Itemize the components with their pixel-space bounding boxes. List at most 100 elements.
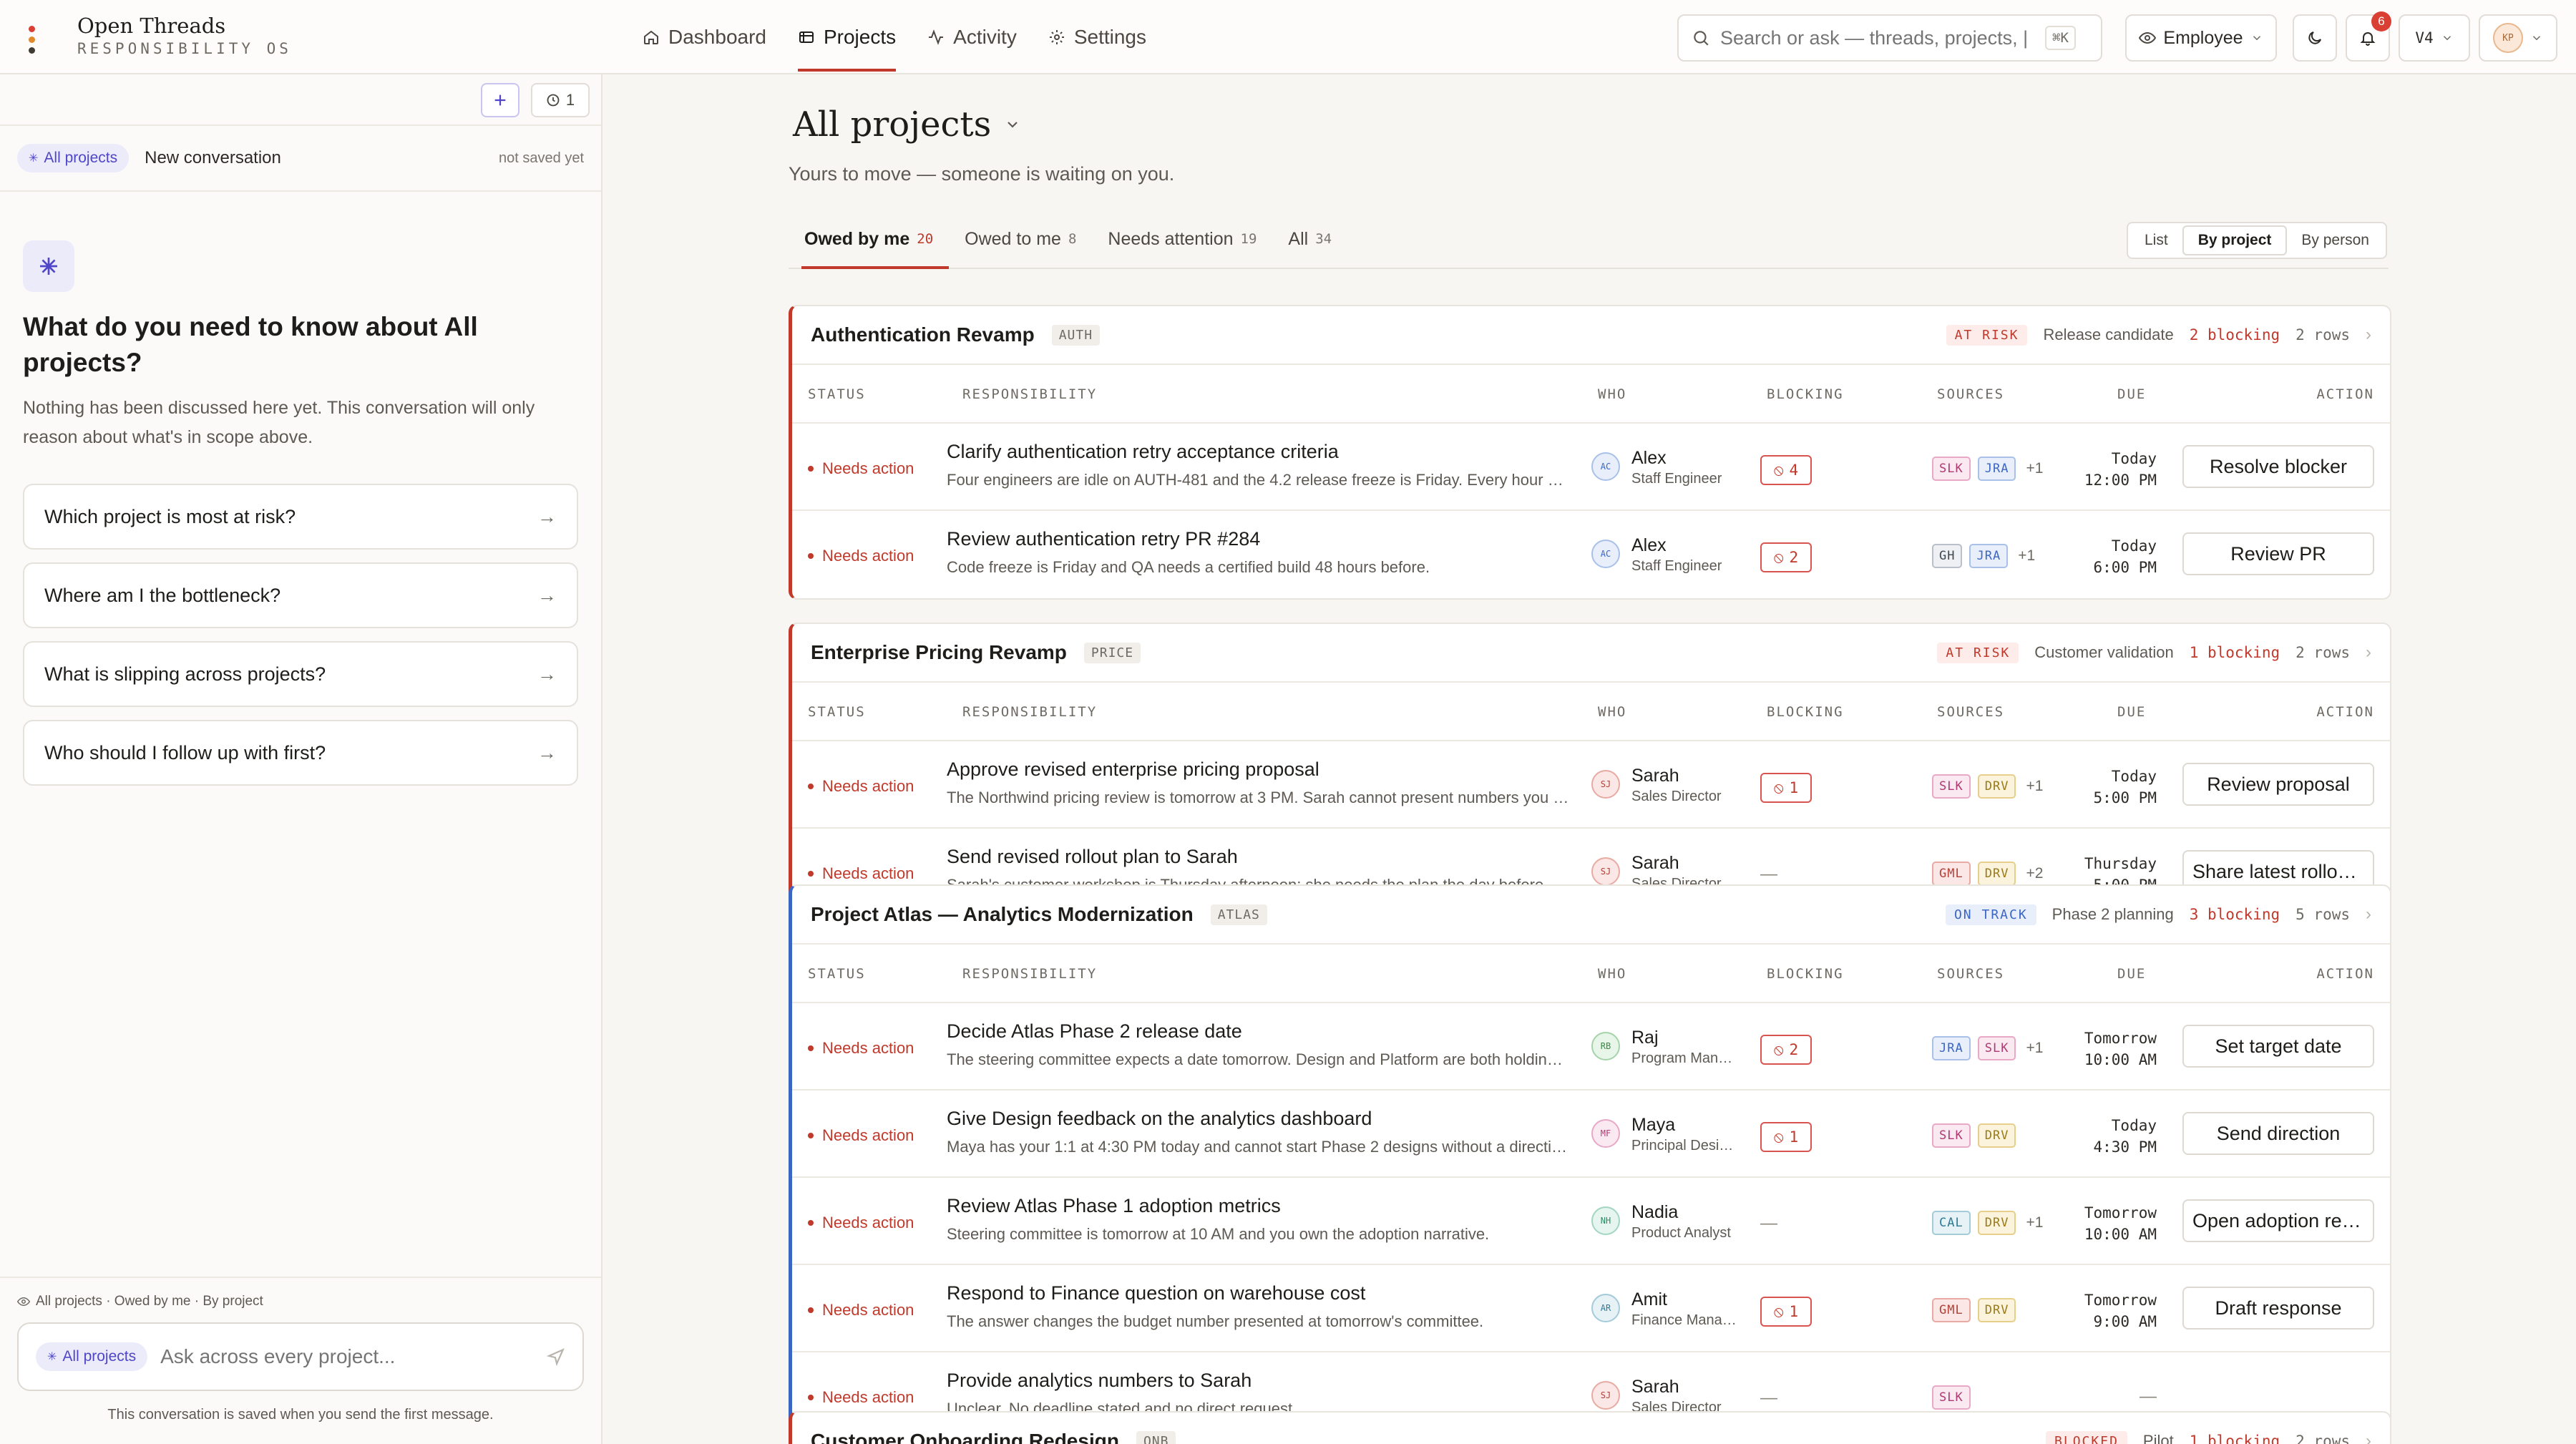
chat-input[interactable] [160, 1345, 519, 1368]
nav-settings[interactable]: Settings [1033, 0, 1162, 74]
row-action-button[interactable]: Draft response [2182, 1287, 2374, 1330]
source-tag[interactable]: JRA [1977, 457, 2016, 481]
responsibility-title[interactable]: Give Design feedback on the analytics da… [947, 1108, 1569, 1130]
history-button[interactable]: 1 [531, 83, 590, 117]
table-row[interactable]: Needs action Review authentication retry… [792, 511, 2390, 598]
source-tag[interactable]: CAL [1932, 1211, 1971, 1235]
responsibility-title[interactable]: Approve revised enterprise pricing propo… [947, 758, 1569, 781]
more-sources[interactable]: +1 [2026, 460, 2043, 477]
source-tag[interactable]: DRV [1977, 1211, 2016, 1235]
source-tag[interactable]: SLK [1977, 1036, 2016, 1060]
source-tag[interactable]: SLK [1932, 1123, 1971, 1148]
source-tag[interactable]: DRV [1977, 1123, 2016, 1148]
blocking-badge[interactable]: ⦸ 1 [1760, 773, 1812, 803]
notifications-button[interactable]: 6 [2346, 11, 2391, 62]
owner[interactable]: AC Alex Staff Engineer [1591, 534, 1722, 575]
row-action-button[interactable]: Resolve blocker [2182, 445, 2374, 488]
row-action-button[interactable]: Review proposal [2182, 763, 2374, 806]
source-tag[interactable]: DRV [1977, 774, 2016, 799]
owner[interactable]: SJ Sarah Sales Director [1591, 764, 1722, 806]
source-tag[interactable]: JRA [1969, 544, 2009, 568]
brand[interactable]: Open Threads RESPONSIBILITY OS [29, 13, 292, 59]
owner[interactable]: AC Alex Staff Engineer [1591, 447, 1722, 488]
suggestion-item[interactable]: What is slipping across projects? → [23, 641, 578, 707]
blocking-badge[interactable]: ⦸ 1 [1760, 1297, 1812, 1327]
chat-composer[interactable]: ✳ All projects [17, 1322, 584, 1391]
theme-toggle[interactable] [2293, 14, 2337, 62]
table-row[interactable]: Needs action Clarify authentication retr… [792, 424, 2390, 511]
table-row[interactable]: Needs action Give Design feedback on the… [792, 1091, 2390, 1178]
more-sources[interactable]: +2 [2026, 865, 2043, 882]
row-action-button[interactable]: Set target date [2182, 1025, 2374, 1068]
version-selector[interactable]: V4 [2399, 14, 2470, 62]
responsibility-title[interactable]: Clarify authentication retry acceptance … [947, 441, 1569, 463]
project-header[interactable]: Enterprise Pricing Revamp PRICE AT RISK … [792, 624, 2390, 683]
owner[interactable]: AR Amit Finance Manager [1591, 1288, 1739, 1330]
blocking-badge[interactable]: ⦸ 4 [1760, 455, 1812, 485]
table-row[interactable]: Needs action Decide Atlas Phase 2 releas… [792, 1003, 2390, 1091]
row-action-button[interactable]: Review PR [2182, 532, 2374, 575]
project-header[interactable]: Authentication Revamp AUTH AT RISK Relea… [792, 306, 2390, 365]
row-action-button[interactable]: Send direction [2182, 1112, 2374, 1155]
responsibility-title[interactable]: Review authentication retry PR #284 [947, 528, 1569, 550]
responsibility-title[interactable]: Review Atlas Phase 1 adoption metrics [947, 1195, 1569, 1217]
chevron-right-icon[interactable]: › [2366, 1431, 2371, 1444]
source-tag[interactable]: DRV [1977, 862, 2016, 886]
suggestion-item[interactable]: Which project is most at risk? → [23, 484, 578, 550]
source-tag[interactable]: SLK [1932, 774, 1971, 799]
tab-needs-attention[interactable]: Needs attention 19 [1092, 210, 1272, 268]
new-conversation-button[interactable] [481, 83, 519, 117]
search-input[interactable] [1720, 26, 2035, 49]
tab-owed-to-me[interactable]: Owed to me 8 [949, 210, 1092, 268]
view-list[interactable]: List [2130, 225, 2182, 255]
tab-owed-by-me[interactable]: Owed by me 20 [789, 210, 950, 269]
project-header[interactable]: Customer Onboarding Redesign ONB BLOCKED… [792, 1413, 2390, 1444]
view-by-person[interactable]: By person [2287, 225, 2384, 255]
main-content: All projects Yours to move — someone is … [604, 74, 2576, 1444]
chevron-right-icon[interactable]: › [2366, 904, 2371, 925]
table-row[interactable]: Needs action Review Atlas Phase 1 adopti… [792, 1178, 2390, 1265]
search-box[interactable]: ⌘K [1677, 14, 2102, 62]
table-row[interactable]: Needs action Approve revised enterprise … [792, 741, 2390, 829]
more-sources[interactable]: +1 [2026, 1214, 2043, 1231]
row-action-button[interactable]: Open adoption report [2182, 1199, 2374, 1242]
blocking-badge[interactable]: ⦸ 2 [1760, 1035, 1812, 1065]
blocking-badge[interactable]: ⦸ 2 [1760, 542, 1812, 572]
responsibility-title[interactable]: Send revised rollout plan to Sarah [947, 846, 1569, 868]
project-header[interactable]: Project Atlas — Analytics Modernization … [792, 886, 2390, 945]
owner[interactable]: NH Nadia Product Analyst [1591, 1201, 1731, 1242]
responsibility-title[interactable]: Provide analytics numbers to Sarah [947, 1370, 1569, 1392]
source-tag[interactable]: SLK [1932, 1385, 1971, 1410]
role-selector[interactable]: Employee [2125, 14, 2277, 62]
scope-chip[interactable]: ✳ All projects [17, 144, 130, 172]
chevron-right-icon[interactable]: › [2366, 325, 2371, 345]
composer-scope-chip[interactable]: ✳ All projects [36, 1342, 148, 1371]
responsibility-title[interactable]: Decide Atlas Phase 2 release date [947, 1020, 1569, 1043]
tab-all[interactable]: All 34 [1272, 210, 1347, 268]
source-tag[interactable]: DRV [1977, 1298, 2016, 1322]
user-menu[interactable]: KP [2479, 14, 2557, 62]
send-icon[interactable] [547, 1347, 565, 1366]
table-row[interactable]: Needs action Respond to Finance question… [792, 1265, 2390, 1352]
more-sources[interactable]: +1 [2026, 1040, 2043, 1057]
source-tag[interactable]: GML [1932, 862, 1971, 886]
more-sources[interactable]: +1 [2018, 547, 2035, 565]
nav-dashboard[interactable]: Dashboard [627, 0, 782, 74]
source-tag[interactable]: GH [1932, 544, 1963, 568]
view-by-project[interactable]: By project [2182, 225, 2288, 255]
responsibility-title[interactable]: Respond to Finance question on warehouse… [947, 1282, 1569, 1304]
chevron-right-icon[interactable]: › [2366, 643, 2371, 663]
suggestion-item[interactable]: Where am I the bottleneck? → [23, 562, 578, 628]
blocking-badge[interactable]: ⦸ 1 [1760, 1122, 1812, 1152]
owner[interactable]: RB Raj Program Manager [1591, 1026, 1739, 1068]
source-tag[interactable]: GML [1932, 1298, 1971, 1322]
source-tag[interactable]: JRA [1932, 1036, 1971, 1060]
responsibility-desc: The steering committee expects a date to… [947, 1050, 1569, 1068]
nav-projects[interactable]: Projects [782, 0, 912, 74]
suggestion-item[interactable]: Who should I follow up with first? → [23, 720, 578, 786]
owner[interactable]: MF Maya Principal Designer [1591, 1113, 1739, 1155]
nav-activity[interactable]: Activity [912, 0, 1033, 74]
source-tag[interactable]: SLK [1932, 457, 1971, 481]
more-sources[interactable]: +1 [2026, 778, 2043, 795]
page-title[interactable]: All projects [793, 104, 1021, 145]
